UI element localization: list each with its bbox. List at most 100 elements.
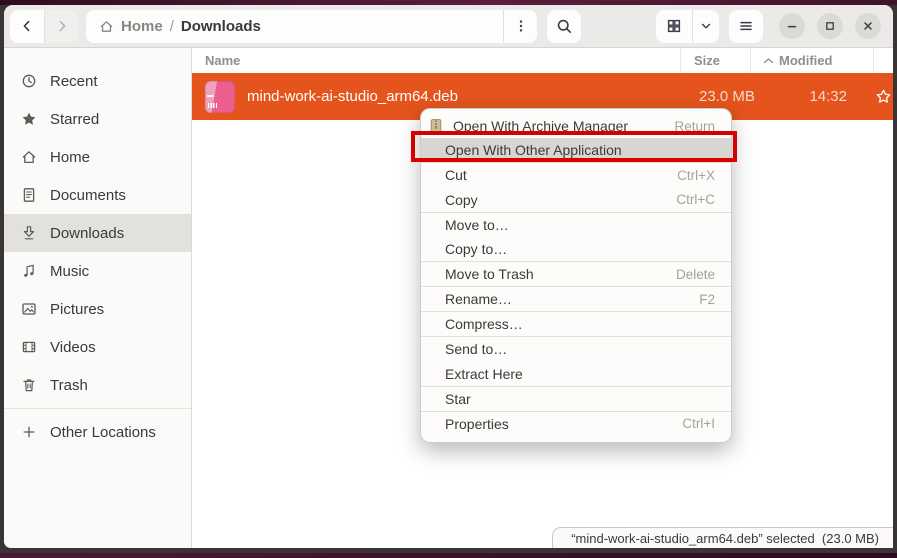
context-menu-item[interactable]: Star bbox=[421, 386, 731, 411]
image-icon bbox=[21, 301, 37, 317]
menu-item-label: Star bbox=[445, 391, 471, 407]
menu-item-label: Cut bbox=[445, 167, 467, 183]
annotation-highlight-box bbox=[411, 131, 737, 162]
maximize-button[interactable] bbox=[817, 13, 843, 39]
sidebar-item-label: Trash bbox=[50, 377, 88, 394]
vertical-dots-icon bbox=[514, 18, 528, 34]
download-icon bbox=[21, 225, 37, 241]
context-menu-item[interactable]: Compress… bbox=[421, 311, 731, 336]
breadcrumb-home[interactable]: Home bbox=[121, 18, 163, 35]
view-toggle bbox=[656, 10, 719, 43]
menu-item-label: Move to Trash bbox=[445, 266, 534, 282]
context-menu-item[interactable]: Send to… bbox=[421, 336, 731, 361]
sidebar-item[interactable]: Trash bbox=[4, 366, 191, 404]
context-menu-item[interactable]: Move to… bbox=[421, 212, 731, 237]
sidebar-item-label: Starred bbox=[50, 111, 99, 128]
column-header-name[interactable]: Name bbox=[192, 48, 680, 73]
view-dropdown-button[interactable] bbox=[692, 10, 719, 43]
view-options-button[interactable] bbox=[503, 10, 537, 43]
sidebar-item[interactable]: Home bbox=[4, 138, 191, 176]
minimize-icon bbox=[786, 20, 798, 32]
context-menu-item[interactable]: Rename… F2 bbox=[421, 286, 731, 311]
menu-item-accelerator: Delete bbox=[676, 267, 715, 282]
sidebar-item[interactable]: Recent bbox=[4, 62, 191, 100]
hamburger-menu-icon bbox=[738, 18, 754, 34]
clock-icon bbox=[21, 73, 37, 89]
sidebar-item-label: Downloads bbox=[50, 225, 124, 242]
sidebar-item[interactable]: Starred bbox=[4, 100, 191, 138]
menu-item-accelerator: Ctrl+C bbox=[676, 192, 715, 207]
header-bar: Home / Downloads bbox=[4, 5, 893, 48]
trash-icon bbox=[21, 377, 37, 393]
menu-item-accelerator: Ctrl+I bbox=[682, 416, 715, 431]
breadcrumb-separator: / bbox=[170, 18, 174, 35]
column-header-modified[interactable]: Modified bbox=[750, 48, 873, 73]
sidebar-item[interactable]: Videos bbox=[4, 328, 191, 366]
grid-view-button[interactable] bbox=[656, 10, 692, 43]
column-header-size[interactable]: Size bbox=[680, 48, 750, 73]
desktop-background: Home / Downloads bbox=[0, 0, 897, 558]
sidebar-item-label: Home bbox=[50, 149, 90, 166]
menu-item-accelerator: F2 bbox=[699, 292, 715, 307]
maximize-icon bbox=[824, 20, 836, 32]
film-icon bbox=[21, 339, 37, 355]
home-icon bbox=[99, 19, 114, 34]
chevron-right-icon bbox=[54, 18, 70, 34]
music-note-icon bbox=[21, 263, 37, 279]
deb-package-icon bbox=[205, 81, 235, 113]
star-toggle[interactable] bbox=[873, 88, 893, 105]
menu-item-label: Extract Here bbox=[445, 366, 523, 382]
breadcrumb: Home / Downloads bbox=[86, 18, 503, 35]
window-controls bbox=[779, 13, 881, 39]
sidebar-item-label: Pictures bbox=[50, 301, 104, 318]
plus-icon bbox=[21, 424, 37, 440]
minimize-button[interactable] bbox=[779, 13, 805, 39]
sidebar-item[interactable]: Documents bbox=[4, 176, 191, 214]
menu-item-label: Copy to… bbox=[445, 241, 507, 257]
chevron-left-icon bbox=[19, 18, 35, 34]
file-modified-time: 14:32 bbox=[756, 88, 879, 105]
sidebar-item-label: Recent bbox=[50, 73, 98, 90]
forward-button[interactable] bbox=[44, 10, 78, 43]
sidebar-item-label: Music bbox=[50, 263, 89, 280]
menu-item-label: Rename… bbox=[445, 291, 512, 307]
file-name: mind-work-ai-studio_arm64.deb bbox=[247, 88, 458, 105]
file-size: 23.0 MB bbox=[686, 88, 756, 105]
sidebar-item[interactable]: Other Locations bbox=[4, 413, 191, 451]
chevron-down-icon bbox=[699, 19, 713, 33]
sidebar-item[interactable]: Music bbox=[4, 252, 191, 290]
star-icon bbox=[21, 111, 37, 127]
menu-item-accelerator: Ctrl+X bbox=[677, 168, 715, 183]
close-icon bbox=[862, 20, 874, 32]
back-button[interactable] bbox=[10, 10, 44, 43]
column-header-star bbox=[873, 48, 893, 73]
sidebar: Recent Starred Home Documents bbox=[4, 48, 192, 548]
home-icon bbox=[21, 149, 37, 165]
context-menu-item[interactable]: Copy Ctrl+C bbox=[421, 187, 731, 211]
document-icon bbox=[21, 187, 37, 203]
app-menu-button[interactable] bbox=[729, 10, 763, 43]
context-menu-item[interactable]: Copy to… bbox=[421, 237, 731, 261]
path-bar[interactable]: Home / Downloads bbox=[86, 10, 537, 43]
sidebar-item-label: Videos bbox=[50, 339, 96, 356]
history-nav bbox=[10, 10, 78, 43]
menu-item-label: Move to… bbox=[445, 217, 509, 233]
grid-view-icon bbox=[666, 18, 682, 34]
menu-item-label: Send to… bbox=[445, 341, 507, 357]
menu-item-label: Properties bbox=[445, 416, 509, 432]
context-menu-item[interactable]: Extract Here bbox=[421, 362, 731, 386]
context-menu-item[interactable]: Move to Trash Delete bbox=[421, 261, 731, 286]
search-icon bbox=[556, 18, 573, 35]
context-menu-item[interactable]: Properties Ctrl+I bbox=[421, 411, 731, 436]
sort-ascending-icon bbox=[763, 57, 774, 65]
sidebar-item[interactable]: Downloads bbox=[4, 214, 191, 252]
sidebar-item-label: Documents bbox=[50, 187, 126, 204]
context-menu-item[interactable]: Cut Ctrl+X bbox=[421, 162, 731, 187]
sidebar-item[interactable]: Pictures bbox=[4, 290, 191, 328]
list-column-headers: Name Size Modified bbox=[192, 48, 893, 73]
search-button[interactable] bbox=[547, 10, 581, 43]
breadcrumb-current[interactable]: Downloads bbox=[181, 18, 261, 35]
status-bar: “mind-work-ai-studio_arm64.deb” selected… bbox=[552, 527, 893, 548]
selection-status-text: “mind-work-ai-studio_arm64.deb” selected… bbox=[571, 531, 879, 546]
close-button[interactable] bbox=[855, 13, 881, 39]
